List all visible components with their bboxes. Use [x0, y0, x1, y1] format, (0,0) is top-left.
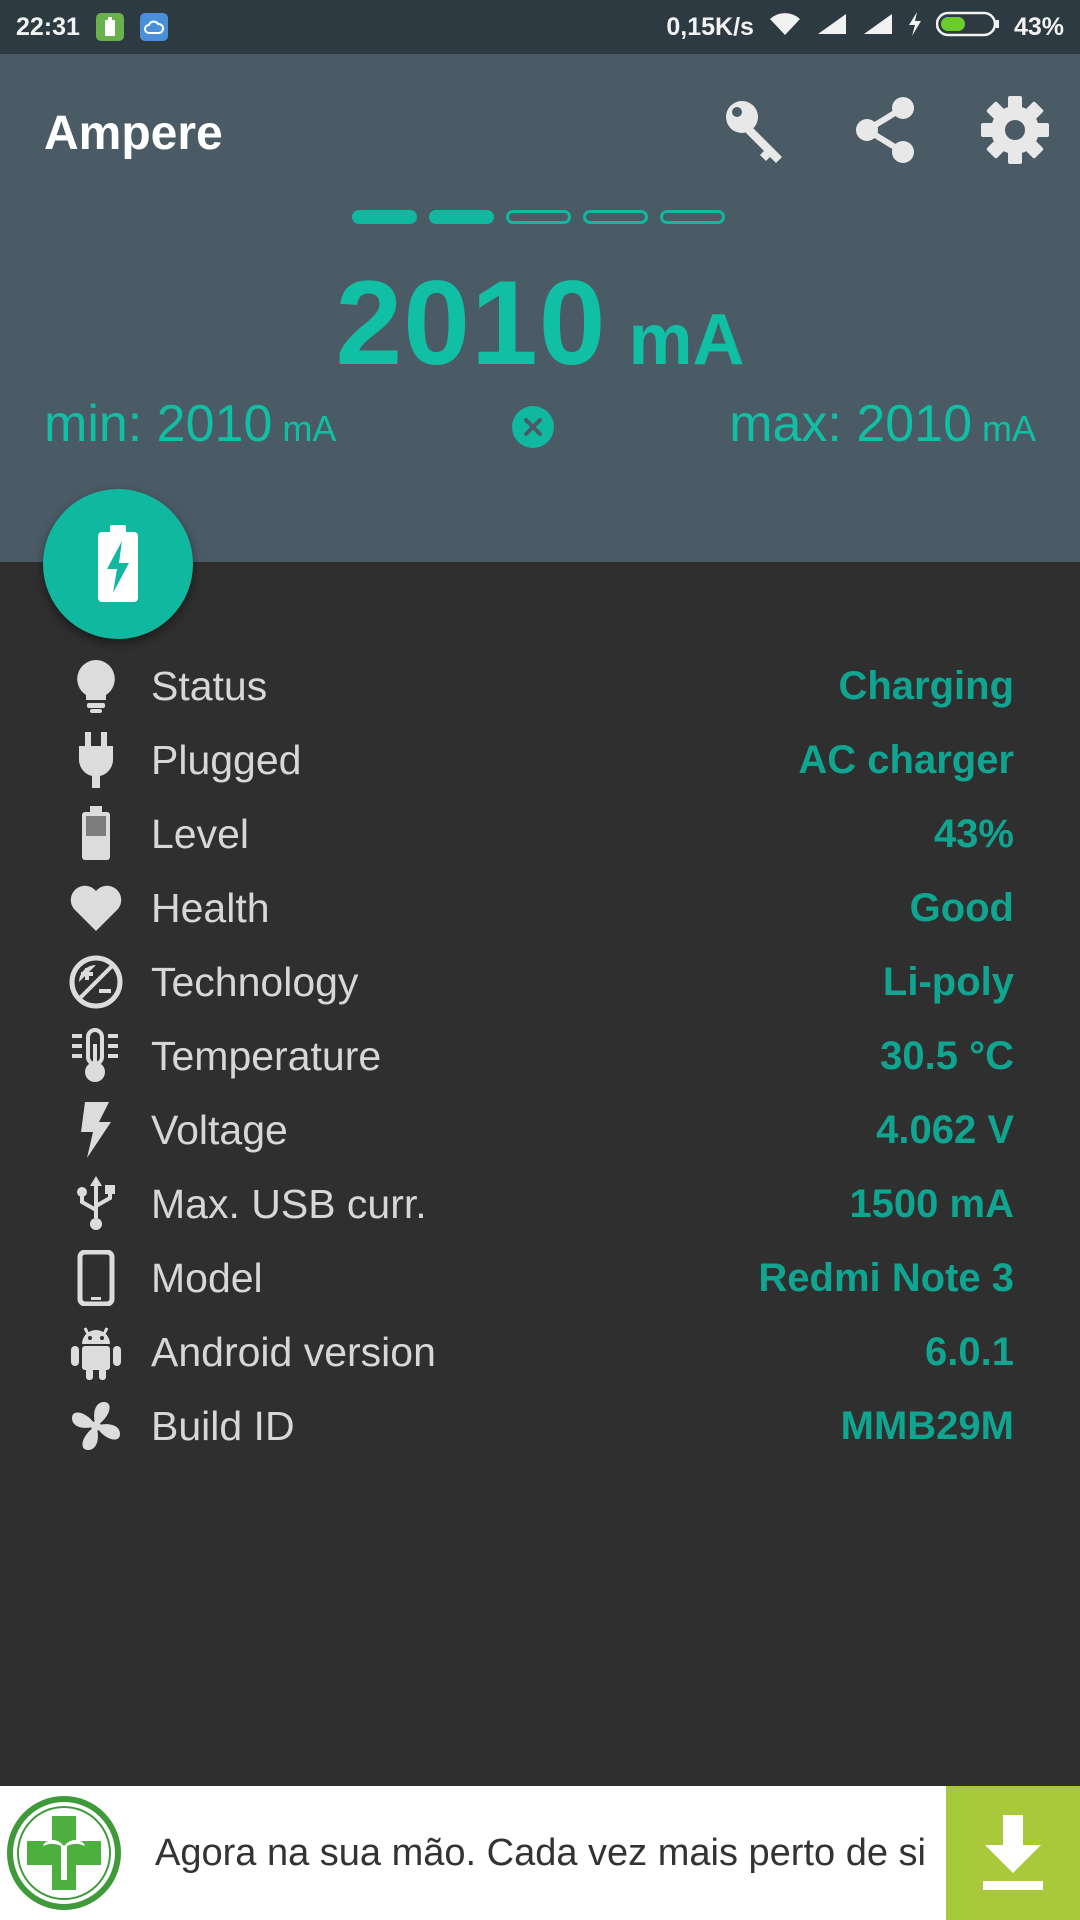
page-dot-4[interactable]	[583, 210, 648, 224]
info-label: Plugged	[151, 736, 302, 783]
info-label: Build ID	[151, 1402, 295, 1449]
phone-icon	[66, 1248, 126, 1308]
info-row-voltage: Voltage 4.062 V	[0, 1093, 1080, 1167]
info-label: Android version	[151, 1328, 436, 1375]
info-value: AC charger	[798, 737, 1014, 782]
share-icon[interactable]	[847, 92, 923, 168]
info-row-model: Model Redmi Note 3	[0, 1241, 1080, 1315]
info-value: 6.0.1	[925, 1329, 1014, 1374]
battery-percent: 43%	[1013, 12, 1064, 41]
min-reading: min: 2010 mA	[44, 394, 336, 454]
cloud-icon	[139, 13, 168, 41]
info-value: Charging	[838, 663, 1014, 708]
page-dot-1[interactable]	[352, 210, 417, 224]
page-dot-5[interactable]	[660, 210, 725, 224]
current-unit: mA	[628, 300, 745, 380]
info-row-android: Android version 6.0.1	[0, 1315, 1080, 1389]
thermometer-icon	[66, 1026, 126, 1086]
battery-charging-icon	[98, 525, 138, 602]
info-value: 43%	[933, 811, 1014, 856]
key-icon[interactable]	[717, 92, 793, 168]
info-row-temperature: Temperature 30.5 °C	[0, 1019, 1080, 1093]
lightbulb-icon	[66, 656, 126, 716]
info-row-usb: Max. USB curr. 1500 mA	[0, 1167, 1080, 1241]
lightning-icon	[66, 1100, 126, 1160]
plus-minus-icon	[66, 952, 126, 1012]
download-icon	[983, 1815, 1043, 1890]
min-value: min: 2010	[44, 395, 273, 453]
min-unit: mA	[282, 408, 337, 449]
ad-text[interactable]: Agora na sua mão. Cada vez mais perto de…	[155, 1786, 926, 1920]
net-speed: 0,15K/s	[666, 12, 754, 41]
info-label: Level	[151, 810, 250, 857]
status-time: 22:31	[16, 12, 80, 41]
info-label: Model	[151, 1254, 263, 1301]
charging-bolt-icon	[908, 11, 922, 43]
info-label: Health	[151, 884, 270, 931]
battery-info-list: Status Charging Plugged AC charger Level…	[0, 649, 1080, 1463]
info-label: Voltage	[151, 1106, 288, 1153]
info-label: Max. USB curr.	[151, 1180, 427, 1227]
battery-status-icon	[935, 11, 1000, 44]
info-value: MMB29M	[840, 1403, 1014, 1448]
status-bar: 22:31 0,15K/s 43%	[0, 0, 1080, 54]
page-indicator	[352, 210, 725, 224]
info-label: Temperature	[151, 1032, 382, 1079]
ad-download-button[interactable]	[946, 1786, 1080, 1920]
page-dot-2[interactable]	[429, 210, 494, 224]
info-row-health: Health Good	[0, 871, 1080, 945]
page-dot-3[interactable]	[506, 210, 571, 224]
app-title: Ampere	[44, 107, 223, 160]
current-value: 2010	[335, 256, 607, 390]
max-unit: mA	[982, 408, 1036, 449]
info-row-status: Status Charging	[0, 649, 1080, 723]
heart-icon	[66, 878, 126, 938]
wifi-icon	[768, 11, 802, 44]
pharmacy-cross-logo[interactable]	[0, 1786, 128, 1920]
reset-minmax-button[interactable]	[512, 406, 554, 448]
info-value: Li-poly	[882, 959, 1014, 1004]
fan-icon	[66, 1396, 126, 1456]
battery-app-icon	[95, 13, 124, 41]
info-value: 4.062 V	[876, 1107, 1014, 1152]
info-label: Status	[151, 662, 268, 709]
info-value: 30.5 °C	[880, 1033, 1014, 1078]
info-label: Technology	[151, 958, 359, 1005]
plug-icon	[66, 730, 126, 790]
max-reading: max: 2010 mA	[729, 394, 1036, 454]
info-row-level: Level 43%	[0, 797, 1080, 871]
signal-icon	[816, 12, 848, 43]
gear-icon[interactable]	[977, 92, 1053, 168]
usb-icon	[66, 1174, 126, 1234]
android-icon	[66, 1322, 126, 1382]
info-row-technology: Technology Li-poly	[0, 945, 1080, 1019]
ad-banner[interactable]: Agora na sua mão. Cada vez mais perto de…	[0, 1786, 1080, 1920]
battery-icon	[66, 804, 126, 864]
battery-fab-button[interactable]	[43, 489, 193, 639]
info-row-plugged: Plugged AC charger	[0, 723, 1080, 797]
info-value: Redmi Note 3	[758, 1255, 1014, 1300]
info-row-build-id: Build ID MMB29M	[0, 1389, 1080, 1463]
info-value: Good	[909, 885, 1014, 930]
signal-icon-2	[862, 12, 894, 43]
close-icon	[524, 418, 542, 436]
current-reading: 2010 mA	[0, 254, 1080, 392]
header: Ampere 2010 mA min: 2010 mA max: 2010 mA	[0, 54, 1080, 562]
max-value: max: 2010	[729, 395, 972, 453]
info-value: 1500 mA	[849, 1181, 1014, 1226]
